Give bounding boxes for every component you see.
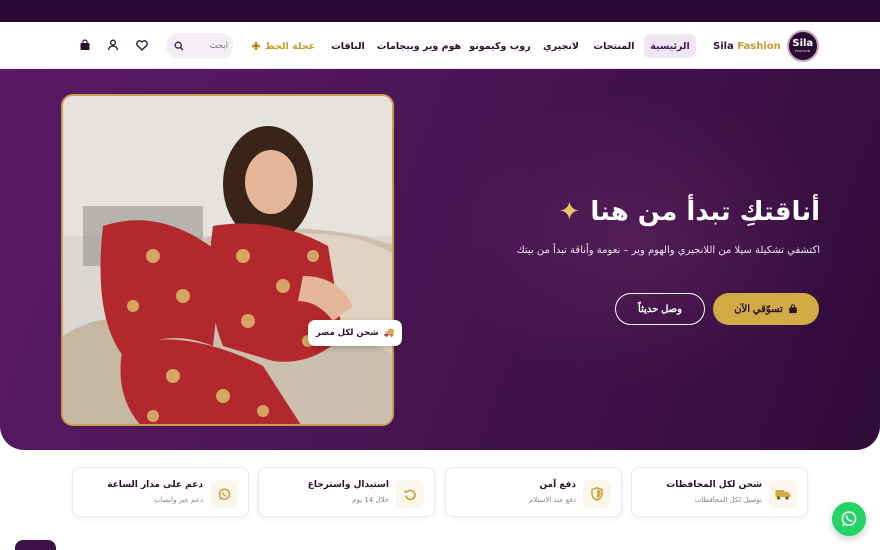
brand-name: Sila Fashion bbox=[713, 40, 781, 52]
features-row: شحن لكل المحافظات توصيل لكل المحافظات دف… bbox=[0, 467, 880, 519]
truck-emoji: 🚚 bbox=[383, 328, 395, 338]
truck-icon bbox=[769, 480, 797, 508]
feature-subtitle: دعم عبر واتساب bbox=[154, 496, 203, 504]
navbar: Sila Fashion Sila FASHION الرئيسية المنت… bbox=[0, 22, 880, 69]
return-icon bbox=[396, 480, 424, 508]
bag-icon bbox=[80, 39, 90, 50]
hero-photo bbox=[61, 94, 394, 426]
cart-button[interactable] bbox=[78, 38, 92, 52]
feature-title: دفع آمن bbox=[539, 480, 576, 490]
nav-item-products[interactable]: المنتجات bbox=[591, 34, 637, 58]
sparkle-icon: ✦ bbox=[558, 197, 581, 227]
model-illustration bbox=[63, 96, 392, 424]
nav-item-lingerie[interactable]: لانجيري bbox=[540, 34, 582, 58]
hero-title-text: أناقتكِ تبدأ من هنا bbox=[590, 197, 820, 227]
top-strip bbox=[0, 0, 880, 22]
search-box[interactable] bbox=[166, 33, 233, 59]
nav-item-home[interactable]: الرئيسية bbox=[644, 34, 696, 58]
logo-mark: Sila FASHION bbox=[786, 30, 819, 62]
hero-title: أناقتكِ تبدأ من هنا ✦ bbox=[490, 194, 820, 230]
feature-support: دعم على مدار الساعة دعم عبر واتساب bbox=[72, 467, 249, 517]
shipping-badge-label: شحن لكل مصر bbox=[315, 328, 379, 338]
flower-icon bbox=[251, 41, 261, 51]
feature-returns: استبدال واسترجاع خلال 14 يوم bbox=[258, 467, 435, 517]
nav-item-bundles[interactable]: الباقات bbox=[328, 34, 368, 58]
account-button[interactable] bbox=[106, 38, 120, 52]
feature-title: شحن لكل المحافظات bbox=[666, 480, 762, 490]
wishlist-button[interactable] bbox=[135, 38, 149, 52]
whatsapp-icon bbox=[841, 511, 857, 527]
brand-logo[interactable]: Sila Fashion Sila FASHION bbox=[713, 30, 819, 62]
feature-secure-payment: دفع آمن دفع عند الاستلام bbox=[445, 467, 622, 517]
feature-shipping: شحن لكل المحافظات توصيل لكل المحافظات bbox=[631, 467, 808, 517]
shield-icon bbox=[583, 480, 611, 508]
nav-item-homewear[interactable]: هوم وير وبيجامات bbox=[377, 34, 461, 58]
nav-item-lucky-wheel[interactable]: عجلة الحظ bbox=[248, 34, 318, 58]
hero-section: أناقتكِ تبدأ من هنا ✦ اكتشفي تشكيلة سيلا… bbox=[0, 69, 880, 450]
nav-item-robes[interactable]: روب وكيمونو bbox=[469, 34, 530, 58]
search-input[interactable] bbox=[188, 41, 228, 51]
lucky-wheel-label: عجلة الحظ bbox=[264, 40, 316, 52]
new-arrivals-button[interactable]: وصل حديثاً bbox=[615, 293, 705, 325]
user-icon bbox=[107, 39, 119, 51]
whatsapp-icon bbox=[210, 480, 238, 508]
feature-subtitle: توصيل لكل المحافظات bbox=[694, 496, 762, 504]
shipping-badge: 🚚 شحن لكل مصر bbox=[308, 320, 402, 346]
bag-icon bbox=[789, 304, 797, 314]
feature-subtitle: دفع عند الاستلام bbox=[528, 496, 576, 504]
heart-icon bbox=[136, 39, 148, 51]
whatsapp-float-button[interactable] bbox=[832, 502, 866, 536]
feature-title: استبدال واسترجاع bbox=[307, 480, 389, 490]
search-icon bbox=[174, 41, 184, 51]
hero-subtitle: اكتشفي تشكيلة سيلا من اللانجيري والهوم و… bbox=[516, 245, 820, 256]
shop-now-label: تسوّقي الآن bbox=[734, 303, 783, 315]
scroll-top-tab[interactable] bbox=[15, 540, 56, 550]
shop-now-button[interactable]: تسوّقي الآن bbox=[713, 293, 819, 325]
feature-subtitle: خلال 14 يوم bbox=[352, 496, 389, 504]
feature-title: دعم على مدار الساعة bbox=[107, 480, 203, 490]
